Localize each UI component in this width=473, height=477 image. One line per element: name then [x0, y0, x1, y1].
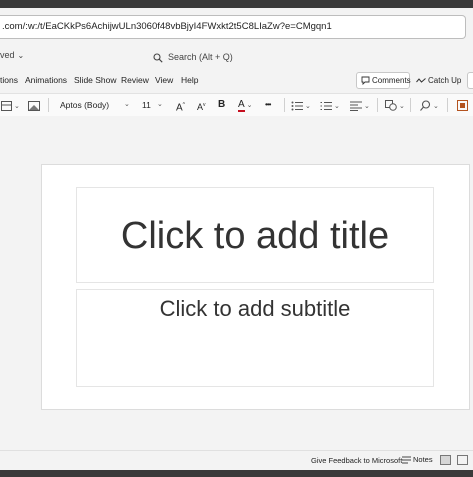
menu-item-view[interactable]: View — [155, 75, 173, 85]
chevron-down-icon: ⌄ — [334, 103, 340, 110]
url-text: .com/:w:/t/EaCKkPs6AchijwULn3060f48vbBjy… — [2, 21, 332, 32]
chevron-down-icon: ⌄ — [246, 102, 253, 109]
ribbon-divider — [447, 98, 448, 112]
status-bar: Give Feedback to Microsoft Notes — [0, 450, 473, 470]
chevron-down-icon: ⌄ — [399, 103, 405, 110]
shrink-font-button[interactable]: Av — [197, 98, 206, 112]
menu-item-animations[interactable]: Animations — [25, 75, 67, 85]
catch-up-button[interactable]: Catch Up — [416, 72, 461, 89]
slide-sorter-button[interactable] — [457, 455, 468, 465]
ribbon-toolbar: ⌄ Aptos (Body) ⌄ 11 ⌄ A^ Av B A ⌄ ••• ⌄ … — [0, 93, 473, 117]
search-icon — [420, 100, 431, 112]
title-placeholder[interactable]: Click to add title — [76, 187, 434, 283]
grow-font-icon: A — [176, 102, 183, 114]
save-status[interactable]: ved ⌄ — [0, 50, 24, 60]
ribbon-divider — [48, 98, 49, 112]
shapes-icon — [385, 100, 397, 112]
notes-icon — [402, 456, 411, 464]
font-name-value: Aptos (Body) — [60, 100, 110, 110]
chevron-down-icon: ⌄ — [14, 103, 20, 110]
find-button[interactable]: ⌄ — [420, 98, 439, 112]
address-bar[interactable]: .com/:w:/t/EaCKkPs6AchijwULn3060f48vbBjy… — [0, 15, 466, 39]
normal-view-button[interactable] — [440, 455, 451, 465]
picture-icon — [28, 100, 40, 111]
chevron-down-icon: ⌄ — [433, 103, 439, 110]
chevron-down-icon: ⌄ — [157, 101, 163, 108]
search-placeholder: Search (Alt + Q) — [168, 52, 233, 62]
notes-button[interactable]: Notes — [402, 455, 433, 464]
slide[interactable]: Click to add title Click to add subtitle — [41, 164, 470, 410]
more-icon: ••• — [265, 100, 271, 109]
catch-up-label: Catch Up — [428, 76, 462, 85]
font-size-value: 11 — [142, 100, 151, 110]
layout-button[interactable]: ⌄ — [1, 98, 20, 112]
numbered-list-icon — [320, 101, 332, 110]
slide-canvas: Click to add title Click to add subtitle — [0, 116, 473, 450]
chevron-down-icon: ⌄ — [124, 101, 130, 108]
shapes-button[interactable]: ⌄ — [385, 98, 405, 112]
align-button[interactable]: ⌄ — [350, 98, 370, 112]
bold-icon: B — [218, 99, 226, 110]
subtitle-placeholder[interactable]: Click to add subtitle — [76, 289, 434, 387]
ribbon-divider — [410, 98, 411, 112]
bullet-list-icon — [291, 101, 303, 111]
ribbon-divider — [377, 98, 378, 112]
addins-button[interactable] — [457, 98, 468, 112]
subtitle-placeholder-text: Click to add subtitle — [159, 296, 351, 321]
font-size-dropdown[interactable]: 11 ⌄ — [142, 98, 166, 112]
app-window: .com/:w:/t/EaCKkPs6AchijwULn3060f48vbBjy… — [0, 8, 473, 470]
comments-button[interactable]: Comments — [356, 72, 411, 89]
menu-item-help[interactable]: Help — [181, 75, 198, 85]
font-color-button[interactable]: A ⌄ — [238, 98, 253, 112]
numbering-button[interactable]: ⌄ — [320, 98, 340, 112]
ribbon-divider — [284, 98, 285, 112]
title-row: ved ⌄ Search (Alt + Q) — [0, 44, 473, 70]
bullets-button[interactable]: ⌄ — [291, 98, 311, 112]
chevron-down-icon: ⌄ — [17, 51, 25, 60]
font-color-icon: A — [238, 99, 245, 112]
search-box[interactable]: Search (Alt + Q) — [153, 48, 233, 66]
design-button[interactable] — [28, 98, 40, 112]
addins-icon — [457, 100, 468, 112]
comment-icon — [361, 76, 370, 86]
give-feedback-link[interactable]: Give Feedback to Microsoft — [311, 456, 402, 465]
bold-button[interactable]: B — [218, 98, 225, 112]
share-button[interactable] — [467, 72, 473, 89]
chevron-down-icon: ⌄ — [364, 103, 370, 110]
save-status-label: ved — [0, 50, 15, 60]
notes-label: Notes — [413, 455, 433, 464]
menu-item-transitions[interactable]: tions — [0, 75, 18, 85]
more-options-button[interactable]: ••• — [265, 98, 271, 112]
title-placeholder-text: Click to add title — [120, 215, 390, 257]
font-name-dropdown[interactable]: Aptos (Body) ⌄ — [60, 98, 132, 112]
align-left-icon — [350, 101, 362, 111]
menu-item-slide-show[interactable]: Slide Show — [74, 75, 117, 85]
comments-label: Comments — [372, 76, 411, 85]
chevron-down-icon: ⌄ — [305, 103, 311, 110]
menu-item-review[interactable]: Review — [121, 75, 149, 85]
layout-icon — [1, 100, 12, 111]
menu-bar: tions Animations Slide Show Review View … — [0, 70, 473, 92]
grow-font-button[interactable]: A^ — [176, 98, 185, 114]
catch-up-icon — [416, 78, 426, 83]
search-icon — [153, 53, 163, 63]
